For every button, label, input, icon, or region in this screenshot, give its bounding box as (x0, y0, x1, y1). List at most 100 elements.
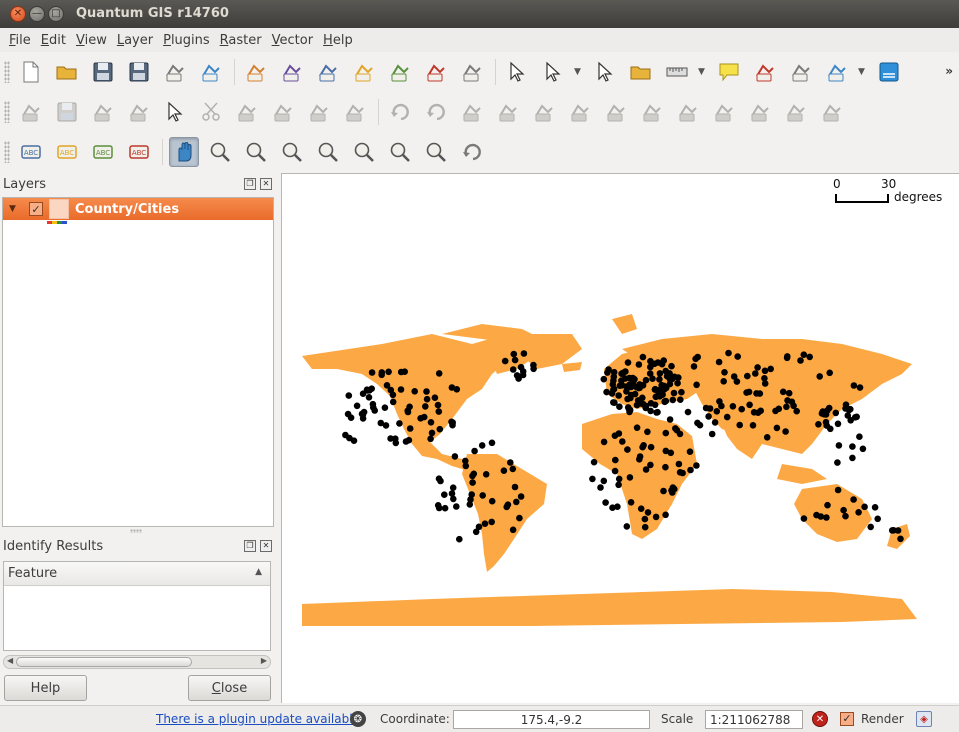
node-tool-icon[interactable] (304, 97, 334, 127)
zoom-last-icon[interactable] (385, 137, 415, 167)
toolbar-overflow-icon[interactable]: » (945, 64, 953, 78)
toolbar-grip-handle[interactable] (4, 141, 10, 163)
zoom-full-icon[interactable] (277, 137, 307, 167)
open-project-icon[interactable] (52, 57, 82, 87)
menu-help[interactable]: Help (318, 33, 358, 48)
copy-features-icon[interactable] (232, 97, 262, 127)
menu-raster[interactable]: Raster (215, 33, 267, 48)
text-annotation-icon[interactable] (822, 57, 852, 87)
menu-plugins[interactable]: Plugins (158, 33, 215, 48)
show-bookmarks-icon[interactable] (786, 57, 816, 87)
simplify-feature-icon[interactable] (340, 97, 370, 127)
float-panel-button[interactable]: ❐ (244, 540, 256, 552)
deselect-icon[interactable] (590, 57, 620, 87)
close-window-button[interactable]: ✕ (10, 6, 26, 22)
rotate-point-symbols-icon[interactable] (817, 97, 847, 127)
label-icon[interactable]: ABC (16, 137, 46, 167)
move-label-icon[interactable]: ABC (52, 137, 82, 167)
coordinate-field[interactable]: 175.4,-9.2 (453, 710, 650, 729)
menu-edit[interactable]: Edit (36, 33, 71, 48)
float-panel-button[interactable]: ❐ (244, 178, 256, 190)
undo-icon[interactable] (385, 97, 415, 127)
merge-features-icon[interactable] (745, 97, 775, 127)
new-project-icon[interactable] (16, 57, 46, 87)
zoom-to-selection-icon[interactable] (313, 137, 343, 167)
add-part-icon[interactable] (493, 97, 523, 127)
new-bookmark-icon[interactable] (750, 57, 780, 87)
dropdown-arrow-icon[interactable]: ▼ (858, 67, 866, 77)
fill-ring-icon[interactable] (529, 97, 559, 127)
projection-status-icon[interactable]: ◈ (916, 711, 932, 727)
zoom-out-icon[interactable] (241, 137, 271, 167)
change-label-icon[interactable]: ABC (124, 137, 154, 167)
scroll-right-icon[interactable]: ▶ (261, 656, 267, 665)
save-edits-icon[interactable] (52, 97, 82, 127)
help-button[interactable]: Help (4, 675, 87, 701)
add-spatialite-icon[interactable] (385, 57, 415, 87)
delete-part-icon[interactable] (601, 97, 631, 127)
feature-column-header[interactable]: Feature ▲ (4, 562, 270, 586)
add-ring-icon[interactable] (457, 97, 487, 127)
rotate-label-icon[interactable]: ABC (88, 137, 118, 167)
toggle-editing-icon[interactable] (16, 97, 46, 127)
redo-icon[interactable] (421, 97, 451, 127)
remove-layer-icon[interactable] (457, 57, 487, 87)
minimize-window-button[interactable]: — (29, 6, 45, 22)
close-panel-button[interactable]: ✕ (260, 178, 272, 190)
maximize-window-button[interactable]: □ (48, 6, 64, 22)
menu-file[interactable]: File (4, 33, 36, 48)
dock-splitter-handle[interactable] (130, 529, 142, 533)
print-composer-icon[interactable] (160, 57, 190, 87)
map-tips-icon[interactable] (714, 57, 744, 87)
scale-field[interactable]: 1:211062788 (705, 710, 803, 729)
zoom-to-layer-icon[interactable] (349, 137, 379, 167)
identify-icon[interactable] (502, 57, 532, 87)
stop-render-icon[interactable]: ✕ (812, 711, 828, 727)
render-checkbox[interactable]: ✓ (840, 712, 854, 726)
layer-item-country-cities[interactable]: ▼ ✓ Country/Cities (3, 198, 273, 220)
expand-arrow-icon[interactable]: ▼ (9, 204, 21, 214)
offset-curve-icon[interactable] (673, 97, 703, 127)
scrollbar-thumb[interactable] (16, 657, 192, 667)
merge-attributes-icon[interactable] (781, 97, 811, 127)
add-vector-layer-icon[interactable] (277, 57, 307, 87)
close-button[interactable]: Close (188, 675, 271, 701)
close-panel-button[interactable]: ✕ (260, 540, 272, 552)
menu-layer[interactable]: Layer (112, 33, 158, 48)
dropdown-arrow-icon[interactable]: ▼ (698, 67, 706, 77)
add-postgis-icon[interactable] (349, 57, 379, 87)
reshape-features-icon[interactable] (637, 97, 667, 127)
menu-vector[interactable]: Vector (267, 33, 318, 48)
plugin-update-icon[interactable]: ❂ (350, 711, 366, 727)
scroll-left-icon[interactable]: ◀ (7, 656, 13, 665)
cut-features-icon[interactable] (196, 97, 226, 127)
layer-visibility-checkbox[interactable]: ✓ (29, 202, 43, 216)
plugin-update-link[interactable]: There is a plugin update available (156, 712, 360, 726)
refresh-icon[interactable] (457, 137, 487, 167)
save-project-icon[interactable] (88, 57, 118, 87)
move-feature-icon[interactable] (124, 97, 154, 127)
toolbar-grip-handle[interactable] (4, 61, 10, 83)
paste-features-icon[interactable] (268, 97, 298, 127)
zoom-in-icon[interactable] (205, 137, 235, 167)
dropdown-arrow-icon[interactable]: ▼ (574, 67, 582, 77)
add-wms-icon[interactable] (421, 57, 451, 87)
add-feature-icon[interactable] (88, 97, 118, 127)
open-attribute-table-icon[interactable] (626, 57, 656, 87)
delete-ring-icon[interactable] (565, 97, 595, 127)
new-vector-layer-icon[interactable] (241, 57, 271, 87)
help-contents-icon[interactable] (874, 57, 904, 87)
composer-manager-icon[interactable] (196, 57, 226, 87)
split-features-icon[interactable] (709, 97, 739, 127)
zoom-next-icon[interactable] (421, 137, 451, 167)
layers-list[interactable]: ▼ ✓ Country/Cities (2, 197, 274, 527)
select-features-icon[interactable] (538, 57, 568, 87)
save-as-icon[interactable] (124, 57, 154, 87)
identify-results-table[interactable]: Feature ▲ (3, 561, 271, 651)
measure-line-icon[interactable] (662, 57, 692, 87)
horizontal-scrollbar[interactable]: ◀ ▶ (3, 655, 271, 669)
add-raster-layer-icon[interactable] (313, 57, 343, 87)
map-canvas[interactable]: 0 30 degrees (281, 173, 959, 703)
menu-view[interactable]: View (71, 33, 112, 48)
toolbar-grip-handle[interactable] (4, 101, 10, 123)
